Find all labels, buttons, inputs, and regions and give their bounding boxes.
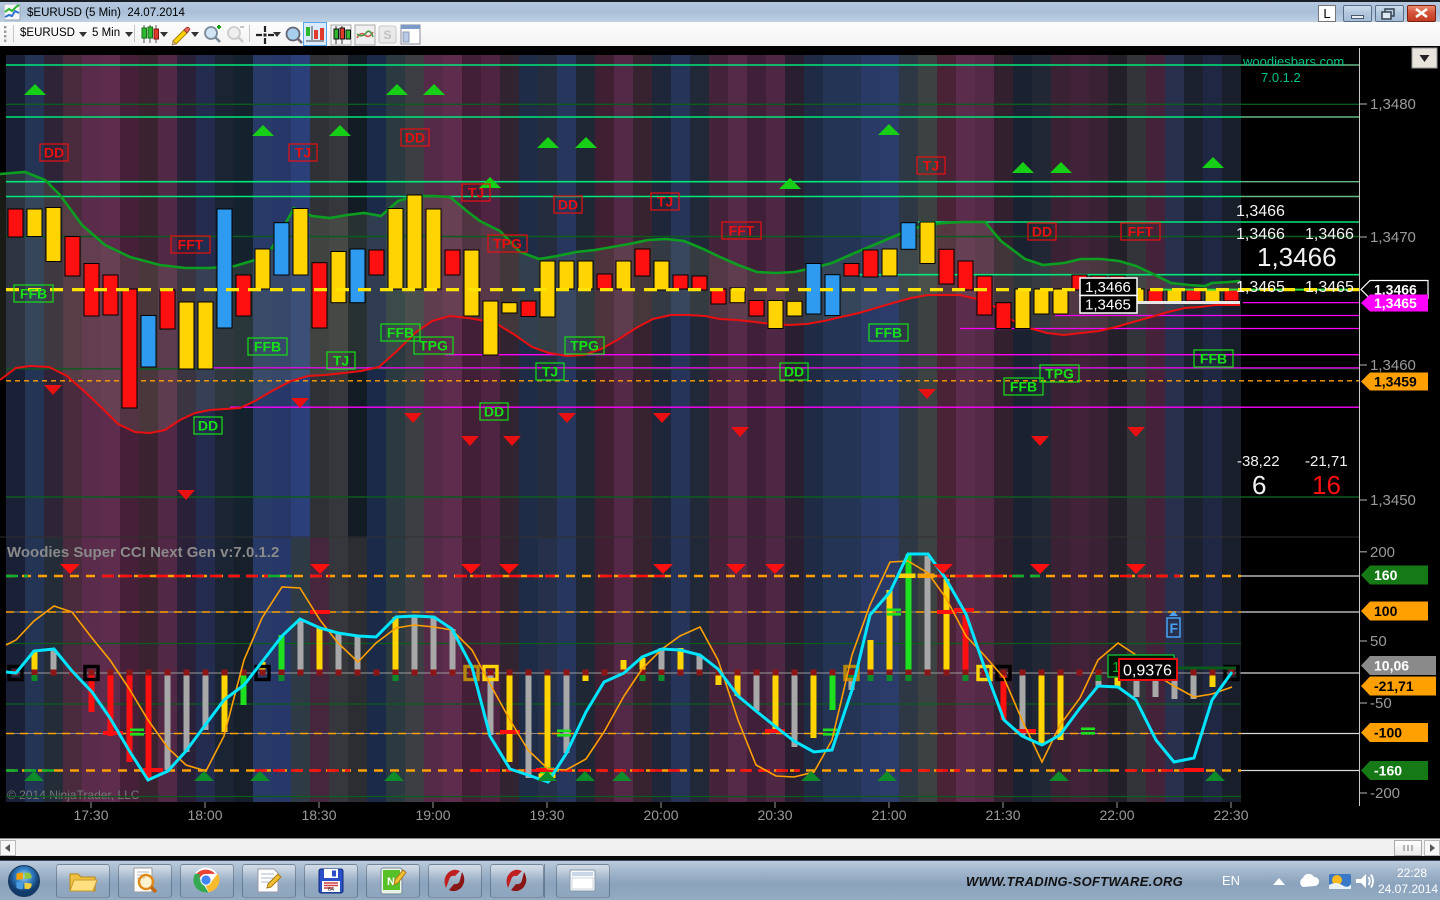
svg-text:-160: -160 [1374,763,1402,779]
svg-text:1,3450: 1,3450 [1370,492,1416,509]
svg-text:DD: DD [198,418,218,434]
svg-text:21:00: 21:00 [871,807,906,823]
svg-text:1,3480: 1,3480 [1370,96,1416,113]
svg-text:DD: DD [558,197,578,213]
svg-text:-21,71: -21,71 [1305,453,1348,470]
svg-text:20:00: 20:00 [643,807,678,823]
svg-text:© 2014 NinjaTrader, LLC: © 2014 NinjaTrader, LLC [7,788,140,802]
svg-text:22:00: 22:00 [1099,807,1134,823]
svg-text:160: 160 [1374,567,1398,583]
svg-text:6: 6 [1252,470,1266,500]
svg-text:DD: DD [405,130,425,146]
svg-text:FFB: FFB [20,286,47,302]
svg-text:1,3470: 1,3470 [1370,229,1416,246]
svg-text:-50: -50 [1370,695,1392,712]
svg-text:FFB: FFB [387,325,414,341]
svg-text:FFB: FFB [875,325,902,341]
svg-text:200: 200 [1370,544,1395,561]
svg-text:FFT: FFT [729,223,755,239]
svg-text:0,9376: 0,9376 [1123,663,1172,680]
svg-text:FFT: FFT [1128,224,1154,240]
svg-text:16: 16 [1312,470,1341,500]
svg-text:-200: -200 [1370,785,1400,802]
svg-text:FFB: FFB [1200,351,1227,367]
svg-text:50: 50 [1370,633,1387,650]
svg-text:FFB: FFB [1010,379,1037,395]
svg-text:FFT: FFT [178,237,204,253]
svg-text:FFB: FFB [254,339,281,355]
svg-text:21:30: 21:30 [985,807,1020,823]
svg-text:1,3466: 1,3466 [1236,203,1285,220]
svg-text:woodiesbars.com: woodiesbars.com [1242,54,1344,69]
svg-text:F: F [1170,620,1179,636]
svg-text:TJ: TJ [657,194,673,210]
svg-text:DD: DD [784,364,804,380]
svg-text:TJ: TJ [333,353,349,369]
svg-text:TPG: TPG [1045,366,1074,382]
svg-text:19:30: 19:30 [529,807,564,823]
svg-text:19:00: 19:00 [415,807,450,823]
svg-text:64: 64 [328,887,334,893]
svg-text:20:30: 20:30 [757,807,792,823]
svg-text:DD: DD [44,145,64,161]
svg-text:22:30: 22:30 [1213,807,1248,823]
svg-text:TPG: TPG [570,338,599,354]
svg-text:DD: DD [484,404,504,420]
svg-text:S: S [383,28,391,42]
svg-text:1,3465: 1,3465 [1305,279,1354,296]
svg-text:17:30: 17:30 [73,807,108,823]
svg-text:1,3466: 1,3466 [1085,279,1131,296]
svg-text:1,3459: 1,3459 [1374,374,1417,390]
svg-text:-38,22: -38,22 [1237,453,1280,470]
svg-text:1,3465: 1,3465 [1085,297,1131,314]
svg-text:TPG: TPG [419,338,448,354]
svg-text:TJ: TJ [468,185,484,201]
svg-text:1,3465: 1,3465 [1236,279,1285,296]
svg-text:TJ: TJ [295,145,311,161]
svg-text:TPG: TPG [493,236,522,252]
svg-text:18:00: 18:00 [187,807,222,823]
svg-text:1,3460: 1,3460 [1370,357,1416,374]
svg-text:1,3465: 1,3465 [1374,295,1417,311]
svg-text:-21,71: -21,71 [1374,678,1414,694]
svg-text:18:30: 18:30 [301,807,336,823]
svg-text:100: 100 [1374,603,1398,619]
svg-text:10,06: 10,06 [1374,658,1409,674]
svg-text:7.0.1.2: 7.0.1.2 [1261,70,1301,85]
svg-text:TJ: TJ [542,364,558,380]
svg-text:Woodies Super CCI Next Gen v:7: Woodies Super CCI Next Gen v:7.0.1.2 [7,544,279,561]
svg-text:1,3466: 1,3466 [1236,226,1285,243]
svg-text:DD: DD [1032,224,1052,240]
svg-text:-100: -100 [1374,725,1402,741]
svg-text:N: N [387,876,395,888]
svg-text:1,3466: 1,3466 [1257,242,1337,272]
svg-text:TJ: TJ [923,158,939,174]
svg-text:1,3466: 1,3466 [1305,226,1354,243]
